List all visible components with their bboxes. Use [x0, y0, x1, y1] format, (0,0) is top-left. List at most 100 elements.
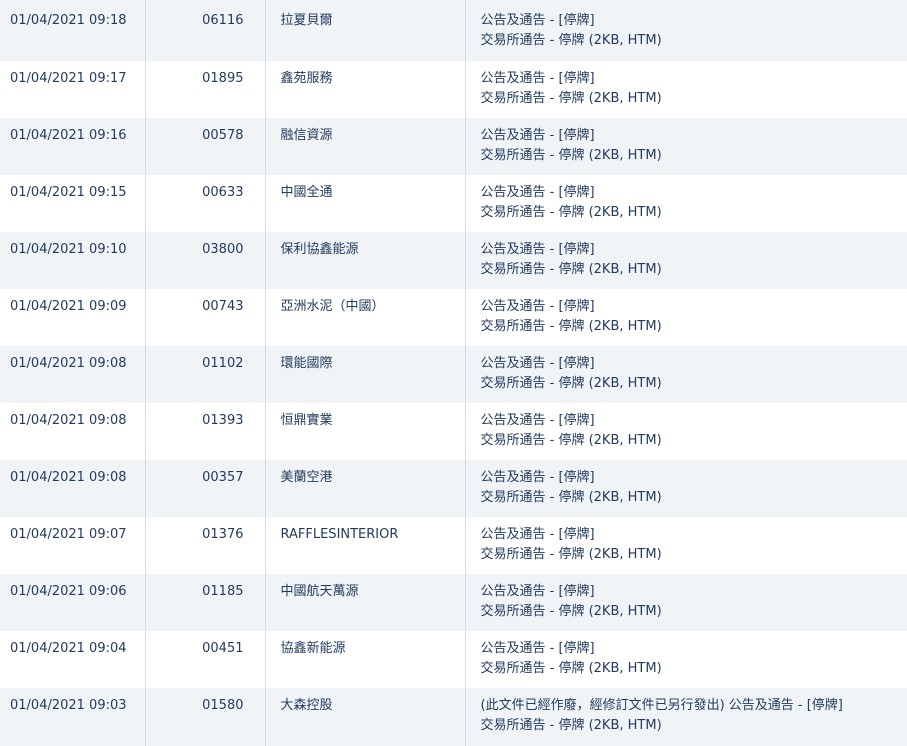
stock-code: 01580 — [202, 698, 244, 713]
document-link[interactable]: 交易所通告 - 停牌 (2KB, HTM) — [481, 148, 662, 163]
release-time: 01/04/2021 09:06 — [10, 584, 127, 599]
table-row: 01/04/2021 09:08 01393 恒鼎實業 公告及通告 - [停牌]… — [0, 403, 907, 460]
release-time-cell: 01/04/2021 09:10 — [0, 232, 146, 289]
stock-code-cell: 01393 — [145, 403, 266, 460]
table-row: 01/04/2021 09:08 01102 環能國際 公告及通告 - [停牌]… — [0, 346, 907, 403]
document-cell: 公告及通告 - [停牌] 交易所通告 - 停牌 (2KB, HTM) — [465, 118, 907, 175]
document-link[interactable]: 交易所通告 - 停牌 (2KB, HTM) — [481, 604, 662, 619]
stock-code: 03800 — [202, 242, 244, 257]
stock-code: 01895 — [202, 71, 244, 86]
stock-name-cell: 亞洲水泥（中國） — [265, 289, 466, 346]
release-time: 01/04/2021 09:16 — [10, 128, 127, 143]
document-link[interactable]: 交易所通告 - 停牌 (2KB, HTM) — [481, 718, 662, 733]
stock-code-cell: 00451 — [145, 631, 266, 688]
stock-code: 06116 — [202, 13, 244, 28]
release-time-cell: 01/04/2021 09:04 — [0, 631, 146, 688]
release-time-cell: 01/04/2021 09:08 — [0, 346, 146, 403]
headline-category: 公告及通告 - [停牌] — [480, 641, 595, 656]
release-time-cell: 01/04/2021 09:15 — [0, 175, 146, 232]
stock-name-cell: 中國航天萬源 — [265, 574, 466, 631]
release-time-cell: 01/04/2021 09:18 — [0, 0, 146, 61]
release-time-cell: 01/04/2021 09:08 — [0, 403, 146, 460]
document-cell: 公告及通告 - [停牌] 交易所通告 - 停牌 (2KB, HTM) — [465, 574, 907, 631]
document-link[interactable]: 交易所通告 - 停牌 (2KB, HTM) — [481, 490, 662, 505]
release-time: 01/04/2021 09:07 — [10, 527, 127, 542]
document-link[interactable]: 交易所通告 - 停牌 (2KB, HTM) — [481, 547, 662, 562]
stock-code: 01376 — [202, 527, 244, 542]
stock-name-cell: 融信資源 — [265, 118, 466, 175]
release-time: 01/04/2021 09:10 — [10, 242, 127, 257]
stock-name-cell: 拉夏貝爾 — [265, 0, 466, 61]
document-cell: (此文件已經作廢，經修訂文件已另行發出) 公告及通告 - [停牌] 交易所通告 -… — [465, 688, 907, 746]
headline-category: 公告及通告 - [停牌] — [480, 470, 595, 485]
stock-name: 中國航天萬源 — [280, 584, 359, 599]
document-link[interactable]: 交易所通告 - 停牌 (2KB, HTM) — [481, 262, 662, 277]
release-time: 01/04/2021 09:15 — [10, 185, 127, 200]
stock-name: 鑫苑服務 — [280, 71, 333, 86]
document-cell: 公告及通告 - [停牌] 交易所通告 - 停牌 (2KB, HTM) — [465, 403, 907, 460]
table-row: 01/04/2021 09:04 00451 協鑫新能源 公告及通告 - [停牌… — [0, 631, 907, 688]
table-row: 01/04/2021 09:07 01376 RAFFLESINTERIOR 公… — [0, 517, 907, 574]
headline-category: 公告及通告 - [停牌] — [480, 299, 595, 314]
release-time: 01/04/2021 09:08 — [10, 356, 127, 371]
stock-code: 01393 — [202, 413, 244, 428]
headline-category: 公告及通告 - [停牌] — [480, 356, 595, 371]
release-time: 01/04/2021 09:03 — [10, 698, 127, 713]
release-time-cell: 01/04/2021 09:07 — [0, 517, 146, 574]
stock-code-cell: 06116 — [145, 0, 266, 61]
headline-category: (此文件已經作廢，經修訂文件已另行發出) 公告及通告 - [停牌] — [480, 698, 843, 713]
stock-name: 亞洲水泥（中國） — [280, 299, 385, 314]
table-row: 01/04/2021 09:08 00357 美蘭空港 公告及通告 - [停牌]… — [0, 460, 907, 517]
release-time-cell: 01/04/2021 09:17 — [0, 61, 146, 118]
stock-name: 保利協鑫能源 — [280, 242, 359, 257]
document-link[interactable]: 交易所通告 - 停牌 (2KB, HTM) — [481, 91, 662, 106]
document-link[interactable]: 交易所通告 - 停牌 (2KB, HTM) — [481, 33, 662, 48]
release-time: 01/04/2021 09:09 — [10, 299, 127, 314]
stock-code-cell: 01895 — [145, 61, 266, 118]
stock-name-cell: RAFFLESINTERIOR — [265, 517, 466, 574]
stock-name: 融信資源 — [280, 128, 333, 143]
release-time: 01/04/2021 09:08 — [10, 470, 127, 485]
stock-name: 中國全通 — [280, 185, 333, 200]
stock-name: 美蘭空港 — [280, 470, 333, 485]
document-cell: 公告及通告 - [停牌] 交易所通告 - 停牌 (2KB, HTM) — [465, 460, 907, 517]
document-link[interactable]: 交易所通告 - 停牌 (2KB, HTM) — [481, 319, 662, 334]
stock-name: 大森控股 — [280, 698, 333, 713]
stock-name-cell: 環能國際 — [265, 346, 466, 403]
document-link[interactable]: 交易所通告 - 停牌 (2KB, HTM) — [481, 661, 662, 676]
stock-name-cell: 中國全通 — [265, 175, 466, 232]
stock-name: 恒鼎實業 — [280, 413, 333, 428]
document-cell: 公告及通告 - [停牌] 交易所通告 - 停牌 (2KB, HTM) — [465, 346, 907, 403]
stock-code-cell: 01376 — [145, 517, 266, 574]
release-time-cell: 01/04/2021 09:08 — [0, 460, 146, 517]
table-row: 01/04/2021 09:10 03800 保利協鑫能源 公告及通告 - [停… — [0, 232, 907, 289]
table-row: 01/04/2021 09:06 01185 中國航天萬源 公告及通告 - [停… — [0, 574, 907, 631]
announcements-table: 01/04/2021 09:18 06116 拉夏貝爾 公告及通告 - [停牌]… — [0, 0, 907, 746]
document-link[interactable]: 交易所通告 - 停牌 (2KB, HTM) — [481, 376, 662, 391]
stock-name-cell: 美蘭空港 — [265, 460, 466, 517]
stock-code: 01185 — [202, 584, 244, 599]
stock-code-cell: 00357 — [145, 460, 266, 517]
document-cell: 公告及通告 - [停牌] 交易所通告 - 停牌 (2KB, HTM) — [465, 631, 907, 688]
headline-category: 公告及通告 - [停牌] — [480, 527, 595, 542]
stock-code-cell: 00633 — [145, 175, 266, 232]
stock-name-cell: 大森控股 — [265, 688, 466, 746]
stock-code: 00578 — [202, 128, 244, 143]
stock-name-cell: 恒鼎實業 — [265, 403, 466, 460]
headline-category: 公告及通告 - [停牌] — [480, 242, 595, 257]
document-link[interactable]: 交易所通告 - 停牌 (2KB, HTM) — [481, 205, 662, 220]
table-row: 01/04/2021 09:17 01895 鑫苑服務 公告及通告 - [停牌]… — [0, 61, 907, 118]
document-link[interactable]: 交易所通告 - 停牌 (2KB, HTM) — [481, 433, 662, 448]
release-time: 01/04/2021 09:04 — [10, 641, 127, 656]
document-cell: 公告及通告 - [停牌] 交易所通告 - 停牌 (2KB, HTM) — [465, 232, 907, 289]
stock-code-cell: 01580 — [145, 688, 266, 746]
document-cell: 公告及通告 - [停牌] 交易所通告 - 停牌 (2KB, HTM) — [465, 175, 907, 232]
document-cell: 公告及通告 - [停牌] 交易所通告 - 停牌 (2KB, HTM) — [465, 0, 907, 61]
stock-code-cell: 01102 — [145, 346, 266, 403]
release-time-cell: 01/04/2021 09:16 — [0, 118, 146, 175]
stock-code: 00633 — [202, 185, 244, 200]
stock-name: RAFFLESINTERIOR — [280, 527, 399, 542]
release-time-cell: 01/04/2021 09:06 — [0, 574, 146, 631]
document-cell: 公告及通告 - [停牌] 交易所通告 - 停牌 (2KB, HTM) — [465, 61, 907, 118]
release-time: 01/04/2021 09:08 — [10, 413, 127, 428]
